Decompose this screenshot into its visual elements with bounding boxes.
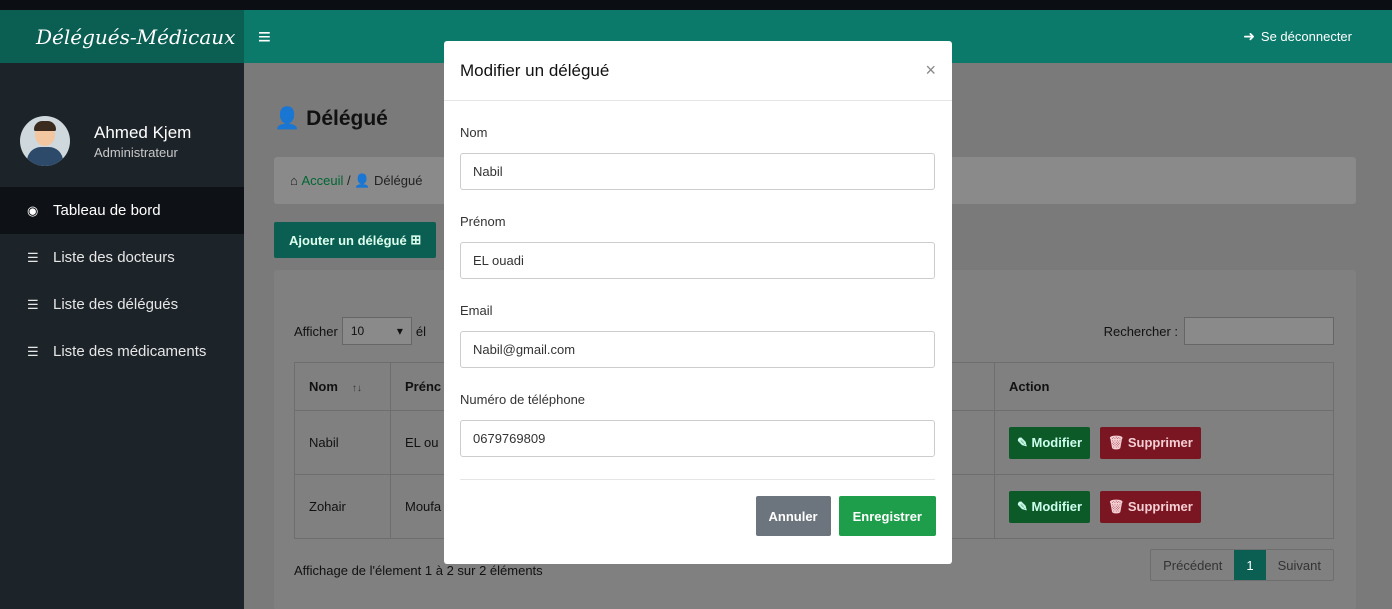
sidebar-menu: ◉ Tableau de bord ☰ Liste des docteurs ☰… bbox=[0, 187, 244, 375]
sign-out-icon: ➜ bbox=[1243, 28, 1255, 44]
entries-value: 10 bbox=[350, 324, 365, 338]
cell-action: ✎ Modifier 🗑 Supprimer bbox=[994, 474, 1334, 539]
sort-icon: ↑↓ bbox=[351, 383, 362, 394]
user-icon: 👤 bbox=[274, 107, 301, 130]
logout-label: Se déconnecter bbox=[1260, 29, 1352, 44]
pagination-page[interactable]: 1 bbox=[1234, 550, 1266, 580]
pagination-previous[interactable]: Précédent bbox=[1151, 550, 1234, 580]
caret-down-icon: ▾ bbox=[396, 324, 403, 338]
sidebar-item-medicines[interactable]: ☰ Liste des médicaments bbox=[0, 328, 244, 375]
edit-delegate-modal: Modifier un délégué × Nom Nabil Prénom E… bbox=[444, 41, 952, 564]
add-delegate-button[interactable]: Ajouter un délégué ⊞ bbox=[274, 222, 437, 258]
sidebar-item-doctors[interactable]: ☰ Liste des docteurs bbox=[0, 234, 244, 281]
plus-square-icon: ⊞ bbox=[406, 232, 422, 247]
sidebar-item-label: Tableau de bord bbox=[53, 202, 161, 219]
pagination-next[interactable]: Suivant bbox=[1266, 550, 1333, 580]
nom-field[interactable]: Nabil bbox=[460, 153, 935, 190]
user-name: Ahmed Kjem bbox=[94, 122, 192, 142]
user-icon: 👤 bbox=[354, 172, 375, 188]
show-label: Afficher bbox=[294, 323, 338, 339]
list-icon: ☰ bbox=[27, 296, 39, 312]
edit-icon: ✎ bbox=[1017, 498, 1032, 514]
column-header-action: Action bbox=[994, 362, 1334, 411]
search-filter: Rechercher : bbox=[1104, 317, 1334, 345]
nom-label: Nom bbox=[460, 125, 488, 140]
cancel-button[interactable]: Annuler bbox=[755, 496, 831, 536]
cell-nom: Nabil bbox=[294, 410, 391, 475]
email-field[interactable]: Nabil@gmail.com bbox=[460, 331, 935, 368]
entries-length: Afficher 10 ▾ él bbox=[294, 317, 426, 345]
breadcrumb-separator: / bbox=[343, 173, 355, 188]
page-title: 👤 Délégué bbox=[274, 107, 388, 131]
prenom-label: Prénom bbox=[460, 214, 506, 229]
search-label: Rechercher : bbox=[1103, 323, 1178, 339]
trash-icon: 🗑 bbox=[1107, 434, 1128, 450]
table-info: Affichage de l'élement 1 à 2 sur 2 éléme… bbox=[294, 563, 543, 578]
brand-logo[interactable]: Délégués-Médicaux bbox=[0, 10, 244, 63]
sidebar-item-delegates[interactable]: ☰ Liste des délégués bbox=[0, 281, 244, 328]
breadcrumb-current: Délégué bbox=[374, 173, 423, 188]
dashboard-icon: ◉ bbox=[27, 202, 39, 218]
delete-button[interactable]: 🗑 Supprimer bbox=[1099, 426, 1201, 459]
phone-label: Numéro de téléphone bbox=[460, 392, 586, 407]
avatar bbox=[20, 116, 70, 166]
list-icon: ☰ bbox=[27, 343, 39, 359]
modify-button[interactable]: ✎ Modifier bbox=[1009, 490, 1091, 523]
user-panel: Ahmed Kjem Administrateur bbox=[0, 63, 244, 187]
sidebar-item-label: Liste des docteurs bbox=[53, 249, 175, 266]
modal-title: Modifier un délégué bbox=[460, 60, 610, 80]
column-header-nom[interactable]: Nom ↑↓ bbox=[294, 362, 391, 411]
phone-field[interactable]: 0679769809 bbox=[460, 420, 935, 457]
user-role: Administrateur bbox=[94, 144, 178, 160]
modify-button[interactable]: ✎ Modifier bbox=[1009, 426, 1091, 459]
sidebar: Ahmed Kjem Administrateur ◉ Tableau de b… bbox=[0, 63, 244, 609]
email-label: Email bbox=[460, 303, 493, 318]
search-input[interactable] bbox=[1184, 317, 1334, 345]
save-button[interactable]: Enregistrer bbox=[838, 496, 936, 536]
page-title-text: Délégué bbox=[306, 107, 388, 130]
pagination: Précédent 1 Suivant bbox=[1150, 549, 1334, 581]
sidebar-item-label: Liste des médicaments bbox=[53, 343, 207, 360]
list-icon: ☰ bbox=[27, 249, 39, 265]
modal-header: Modifier un délégué × bbox=[444, 41, 952, 101]
home-icon: ⌂ bbox=[290, 173, 302, 188]
sidebar-item-label: Liste des délégués bbox=[53, 296, 179, 313]
entries-select[interactable]: 10 ▾ bbox=[341, 317, 412, 345]
trash-icon: 🗑 bbox=[1107, 498, 1128, 514]
delete-button[interactable]: 🗑 Supprimer bbox=[1099, 490, 1201, 523]
hamburger-menu-icon[interactable]: ≡ bbox=[258, 24, 271, 50]
breadcrumb-home[interactable]: Acceuil bbox=[301, 173, 343, 188]
modal-actions: Annuler Enregistrer bbox=[444, 480, 952, 536]
prenom-field[interactable]: EL ouadi bbox=[460, 242, 935, 279]
edit-icon: ✎ bbox=[1017, 434, 1032, 450]
cell-action: ✎ Modifier 🗑 Supprimer bbox=[994, 410, 1334, 475]
sidebar-item-dashboard[interactable]: ◉ Tableau de bord bbox=[0, 187, 244, 234]
logout-link[interactable]: ➜ Se déconnecter bbox=[1243, 28, 1352, 45]
modal-body: Nom Nabil Prénom EL ouadi Email Nabil@gm… bbox=[444, 101, 952, 480]
cell-nom: Zohair bbox=[294, 474, 391, 539]
close-icon[interactable]: × bbox=[925, 60, 936, 81]
add-delegate-label: Ajouter un délégué bbox=[289, 232, 407, 248]
show-suffix: él bbox=[415, 323, 426, 339]
